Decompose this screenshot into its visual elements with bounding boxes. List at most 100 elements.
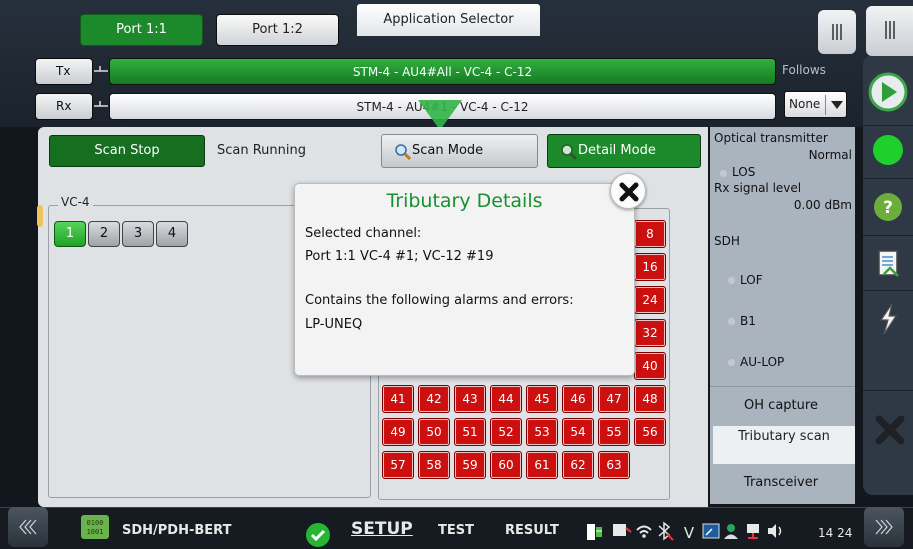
tributary-cell[interactable]: 8 (634, 220, 666, 248)
sidebar-toggle-button[interactable] (866, 6, 913, 56)
dialog-text: Port 1:1 VC-4 #1; VC-12 #19 (305, 249, 494, 264)
v-status-icon: V (684, 524, 695, 542)
tributary-cell[interactable]: 58 (418, 451, 450, 479)
tributary-cell[interactable]: 47 (598, 385, 630, 413)
wifi-icon (636, 525, 652, 538)
status-led-icon (873, 135, 903, 165)
tributary-cell[interactable]: 46 (562, 385, 594, 413)
follows-select[interactable]: None (784, 91, 847, 118)
b1-label: B1 (740, 314, 756, 328)
sdh-label: SDH (714, 234, 740, 248)
speaker-icon (768, 524, 782, 538)
au-lop-led (728, 359, 735, 366)
tributary-cell[interactable]: 16 (634, 253, 666, 281)
scroll-indicator (37, 205, 43, 227)
chevron-left-icon (19, 519, 37, 535)
detail-mode-label: Detail Mode (578, 143, 656, 158)
application-selector-tab[interactable]: Application Selector (357, 4, 540, 36)
tributary-cell[interactable]: 50 (418, 418, 450, 446)
tab-port-1-1[interactable]: Port 1:1 (80, 14, 203, 46)
dialog-text: LP-UNEQ (305, 317, 363, 332)
user-icon (724, 524, 738, 539)
svg-text:V: V (684, 524, 695, 542)
tributary-cell[interactable]: 57 (382, 451, 414, 479)
tab-transceiver[interactable]: Transceiver (710, 475, 852, 490)
dialog-text: Contains the following alarms and errors… (305, 293, 574, 308)
dialog-close-button[interactable] (610, 173, 646, 209)
help-icon[interactable]: ? (871, 190, 905, 224)
optical-transmitter-label: Optical transmitter (714, 131, 828, 145)
tributary-cell[interactable]: 54 (562, 418, 594, 446)
tributary-cell[interactable]: 40 (634, 352, 666, 380)
tributary-cell[interactable]: 49 (382, 418, 414, 446)
tx-button[interactable]: Tx (35, 58, 93, 85)
scan-stop-button[interactable]: Scan Stop (49, 135, 205, 167)
display-icon (613, 524, 632, 536)
app-name: SDH/PDH-BERT (122, 523, 232, 538)
tributary-cell[interactable]: 32 (634, 319, 666, 347)
lof-label: LOF (740, 273, 763, 287)
magnifier-icon (561, 144, 578, 161)
remote-icon (702, 523, 720, 539)
tributary-cell[interactable]: 24 (634, 286, 666, 314)
au-lop-label: AU-LOP (740, 355, 785, 369)
bert-app-icon: 0100 1001 (81, 515, 109, 539)
vc4-channel-button[interactable]: 4 (156, 221, 188, 247)
tab-port-1-2[interactable]: Port 1:2 (216, 14, 339, 46)
result-button[interactable]: RESULT (505, 523, 559, 538)
follows-label: Follows (782, 63, 826, 77)
tributary-cell[interactable]: 41 (382, 385, 414, 413)
tributary-cell[interactable]: 42 (418, 385, 450, 413)
scroll-right-button[interactable] (864, 507, 904, 547)
play-icon[interactable] (866, 70, 910, 114)
follows-value: None (789, 97, 821, 111)
scan-mode-label: Scan Mode (412, 143, 484, 158)
svg-text:0100: 0100 (87, 519, 104, 527)
scroll-left-button[interactable] (8, 507, 48, 547)
setup-button[interactable]: SETUP (351, 519, 413, 539)
detail-mode-button[interactable]: Detail Mode (547, 134, 701, 168)
lightning-icon[interactable] (872, 300, 904, 338)
tributary-cell[interactable]: 63 (598, 451, 630, 479)
tributary-cell[interactable]: 45 (526, 385, 558, 413)
tributary-cell[interactable]: 59 (454, 451, 486, 479)
test-button[interactable]: TEST (438, 523, 474, 538)
close-icon[interactable] (872, 412, 908, 448)
scan-mode-button[interactable]: Scan Mode (381, 134, 538, 168)
tributary-cell[interactable]: 44 (490, 385, 522, 413)
los-led (720, 170, 727, 177)
tributary-cell[interactable]: 60 (490, 451, 522, 479)
connector-lines (94, 66, 108, 107)
vc4-channel-button[interactable]: 3 (122, 221, 154, 247)
tributary-cell[interactable]: 55 (598, 418, 630, 446)
clock-time: 14 24 (818, 526, 853, 540)
tributary-cell[interactable]: 48 (634, 385, 666, 413)
tributary-cell[interactable]: 53 (526, 418, 558, 446)
vc4-channel-button[interactable]: 2 (88, 221, 120, 247)
vc4-group-label: VC-4 (58, 195, 93, 209)
optical-transmitter-value: Normal (808, 148, 852, 162)
tributary-cell[interactable]: 43 (454, 385, 486, 413)
vc4-channel-list: 1 2 3 4 (52, 219, 192, 249)
tab-tributary-scan[interactable]: Tributary scan (713, 426, 855, 464)
bluetooth-icon (658, 521, 674, 541)
close-icon (619, 182, 639, 202)
magnifier-icon (395, 144, 412, 161)
tributary-cell[interactable]: 52 (490, 418, 522, 446)
tributary-cell[interactable]: 51 (454, 418, 486, 446)
tributary-cell[interactable]: 61 (526, 451, 558, 479)
system-tray: V (587, 521, 782, 542)
tx-path-field[interactable]: STM-4 - AU4#All - VC-4 - C-12 (109, 58, 776, 85)
tributary-cell[interactable]: 62 (562, 451, 594, 479)
b1-led (728, 318, 735, 325)
panel-toggle-button[interactable] (818, 10, 856, 54)
tab-oh-capture[interactable]: OH capture (710, 398, 852, 413)
dialog-text: Selected channel: (305, 226, 422, 241)
tributary-cell[interactable]: 56 (634, 418, 666, 446)
tributary-details-dialog: Tributary Details Selected channel: Port… (294, 183, 635, 376)
vc4-channel-button[interactable]: 1 (54, 221, 86, 247)
rx-level-label: Rx signal level (714, 181, 802, 195)
report-icon[interactable] (874, 248, 904, 282)
rx-button[interactable]: Rx (35, 93, 93, 120)
rx-level-value: 0.00 dBm (793, 198, 852, 212)
